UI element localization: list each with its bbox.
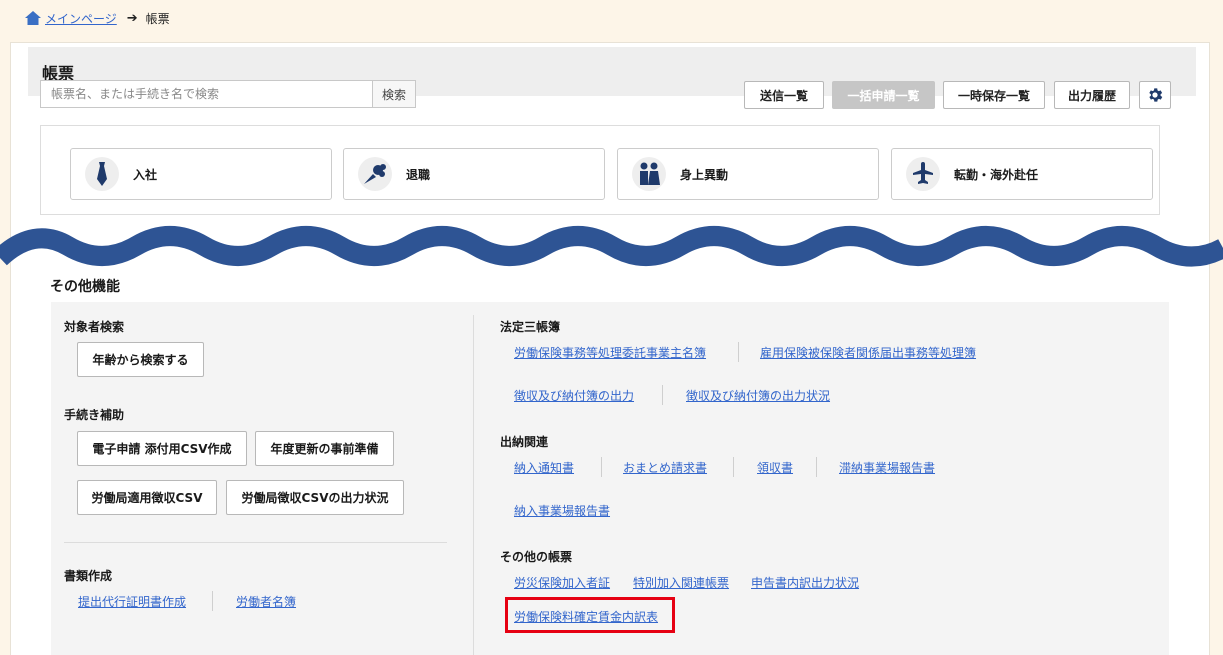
bouquet-icon — [358, 157, 392, 191]
home-icon[interactable] — [24, 10, 42, 26]
temp-saved-list-button[interactable]: 一時保存一覧 — [943, 81, 1045, 109]
section-divider — [64, 542, 447, 543]
category-card-retire[interactable]: 退職 — [343, 148, 605, 200]
sent-list-button[interactable]: 送信一覧 — [744, 81, 824, 109]
payment-link-4[interactable]: 滞納事業場報告書 — [839, 459, 935, 476]
output-history-button[interactable]: 出力履歴 — [1054, 81, 1130, 109]
category-label: 身上異動 — [680, 167, 729, 182]
other-functions-title: その他機能 — [50, 279, 120, 295]
other-forms-link-3[interactable]: 申告書内訳出力状況 — [751, 574, 859, 591]
payment-link-2[interactable]: おまとめ請求書 — [623, 459, 707, 476]
breadcrumb: メインページ ➔ 帳票 — [24, 9, 170, 27]
labor-csv-status-button[interactable]: 労働局徴収CSVの出力状況 — [226, 480, 404, 515]
worker-list-link[interactable]: 労働者名簿 — [236, 593, 296, 610]
legal-books-link-2[interactable]: 雇用保険被保険者関係届出事務等処理簿 — [760, 344, 976, 361]
other-forms-link-2[interactable]: 特別加入関連帳票 — [633, 574, 729, 591]
target-search-title: 対象者検索 — [64, 320, 125, 334]
breadcrumb-arrow-icon: ➔ — [126, 10, 138, 26]
wave-divider — [0, 226, 1223, 267]
category-panel: 入社 退職 身上異動 転勤・海外赴任 — [40, 125, 1160, 215]
link-separator — [212, 591, 213, 611]
link-separator — [733, 457, 734, 477]
payment-link-5[interactable]: 納入事業場報告書 — [514, 502, 610, 519]
csv-create-button[interactable]: 電子申請 添付用CSV作成 — [77, 431, 247, 466]
payment-link-3[interactable]: 領収書 — [757, 459, 793, 476]
necktie-icon — [85, 157, 119, 191]
legal-books-title: 法定三帳簿 — [500, 320, 561, 334]
settings-button[interactable] — [1139, 81, 1171, 109]
link-separator — [738, 342, 739, 362]
couple-icon — [632, 157, 666, 191]
category-label: 入社 — [133, 167, 158, 182]
annual-prep-button[interactable]: 年度更新の事前準備 — [255, 431, 394, 466]
category-card-join[interactable]: 入社 — [70, 148, 332, 200]
legal-books-link-1[interactable]: 労働保険事務等処理委託事業主名簿 — [514, 344, 706, 361]
payment-title: 出納関連 — [500, 435, 549, 449]
search-input[interactable] — [40, 80, 372, 108]
payment-link-1[interactable]: 納入通知書 — [514, 459, 574, 476]
link-separator — [601, 457, 602, 477]
link-separator — [662, 385, 663, 405]
column-divider — [473, 315, 474, 655]
proxy-cert-link[interactable]: 提出代行証明書作成 — [78, 593, 186, 610]
category-label: 退職 — [406, 167, 431, 182]
other-forms-title: その他の帳票 — [500, 550, 573, 564]
search-bar: 検索 — [40, 80, 416, 108]
airplane-icon — [906, 157, 940, 191]
category-label: 転勤・海外赴任 — [954, 167, 1039, 182]
batch-list-button[interactable]: 一括申請一覧 — [832, 81, 935, 109]
category-card-transfer[interactable]: 転勤・海外赴任 — [891, 148, 1153, 200]
legal-books-link-4[interactable]: 徴収及び納付簿の出力状況 — [686, 387, 830, 404]
search-button[interactable]: 検索 — [372, 80, 416, 108]
age-search-button[interactable]: 年齢から検索する — [77, 342, 204, 377]
breadcrumb-current: 帳票 — [145, 11, 170, 26]
legal-books-link-3[interactable]: 徴収及び納付簿の出力 — [514, 387, 634, 404]
documents-title: 書類作成 — [64, 569, 113, 583]
breadcrumb-home-link[interactable]: メインページ — [45, 10, 117, 27]
gear-icon — [1149, 88, 1163, 102]
link-separator — [816, 457, 817, 477]
other-forms-link-1[interactable]: 労災保険加入者証 — [514, 574, 610, 591]
category-card-personal-change[interactable]: 身上異動 — [617, 148, 879, 200]
labor-csv-button[interactable]: 労働局適用徴収CSV — [77, 480, 217, 515]
procedure-help-title: 手続き補助 — [64, 408, 125, 422]
highlight-box — [505, 597, 675, 633]
